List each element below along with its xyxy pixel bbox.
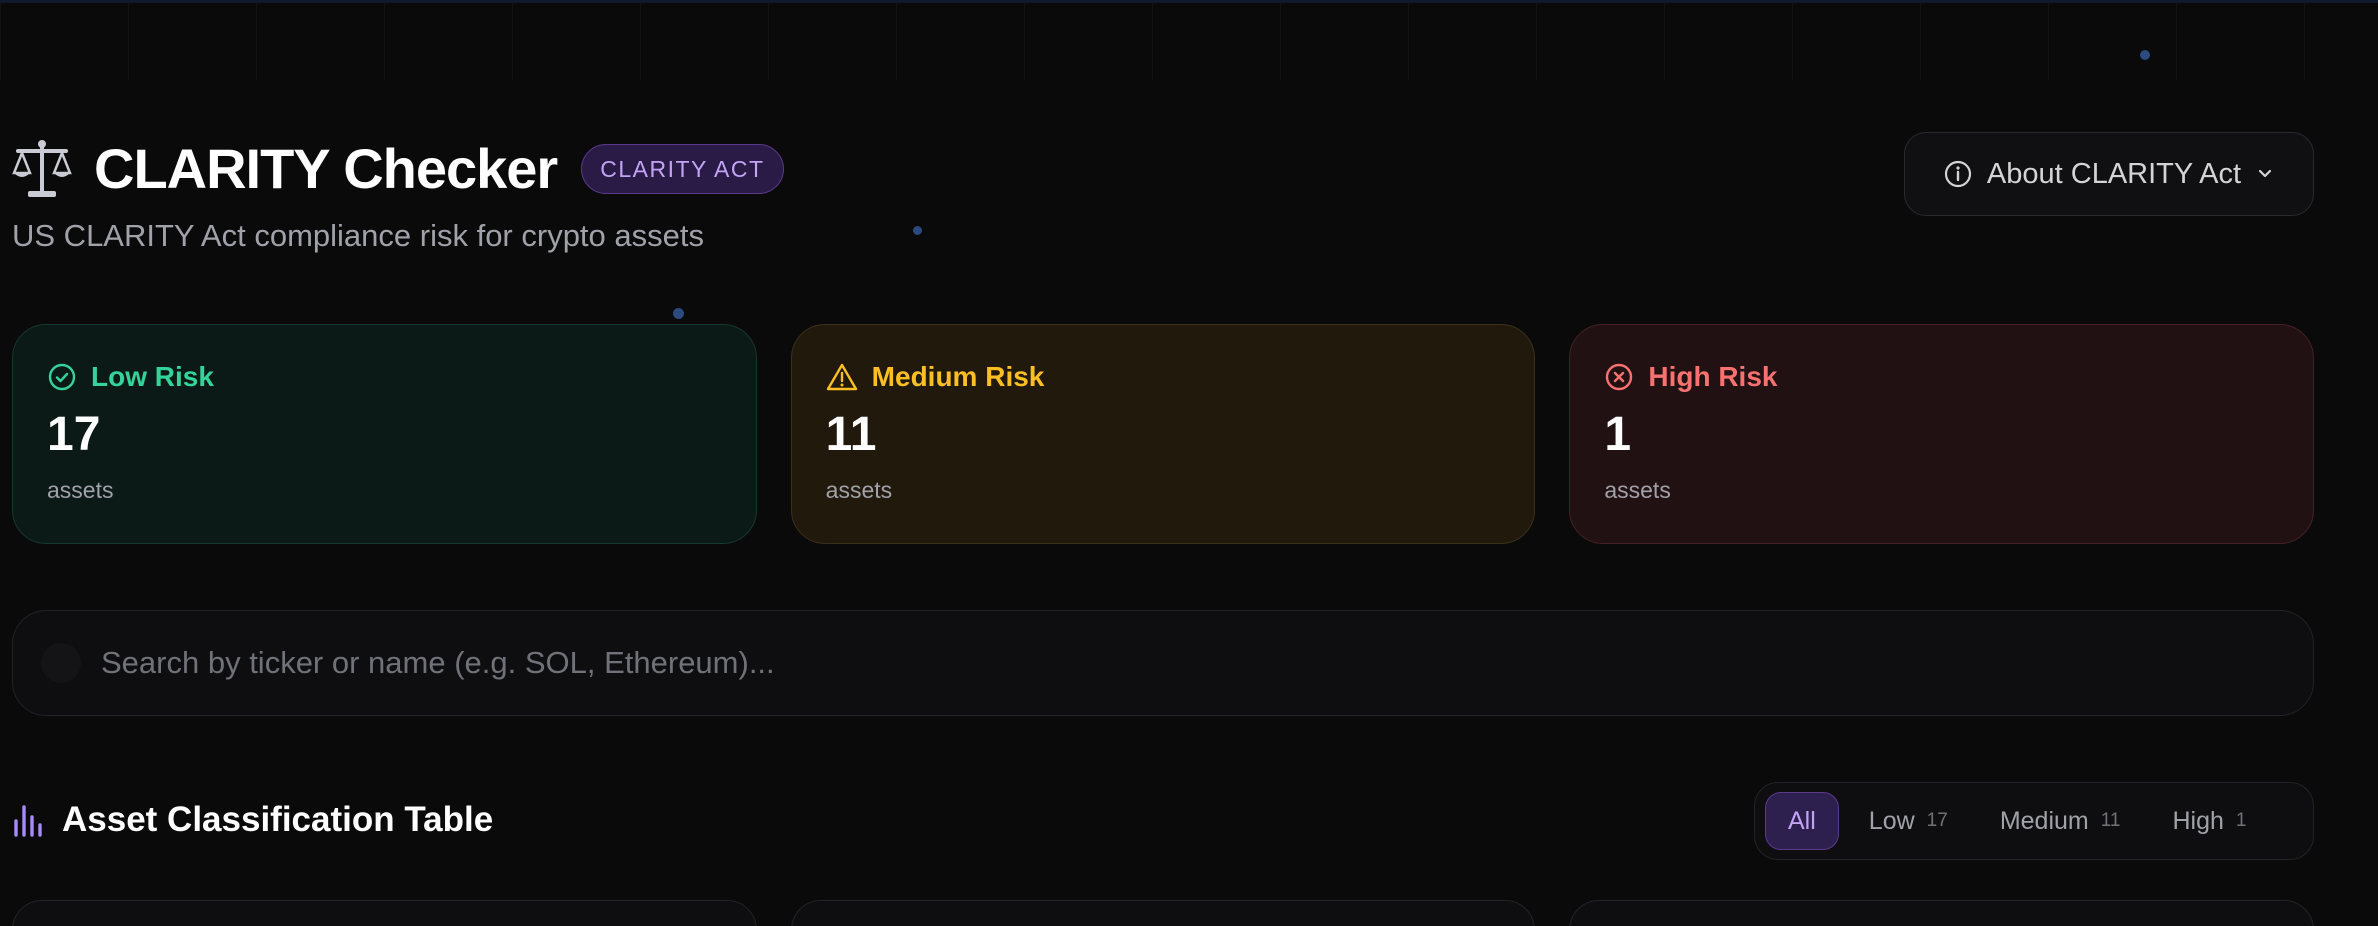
about-clarity-act-button[interactable]: About CLARITY Act (1904, 132, 2314, 216)
medium-risk-card[interactable]: Medium Risk 11 assets (790, 324, 1536, 544)
filter-medium-count: 11 (2100, 810, 2121, 831)
info-icon (1944, 160, 1972, 188)
medium-risk-label: Medium Risk (871, 361, 1045, 392)
filter-high[interactable]: High 1 (2150, 792, 2268, 850)
check-circle-icon (48, 363, 76, 391)
page-subtitle: US CLARITY Act compliance risk for crypt… (12, 218, 704, 253)
bar-chart-icon (14, 805, 42, 837)
medium-risk-unit: assets (825, 477, 893, 503)
asset-card-row (12, 900, 2315, 926)
table-title: Asset Classification Table (62, 800, 494, 839)
filter-medium-label: Medium (1999, 806, 2089, 835)
about-button-label: About CLARITY Act (1986, 157, 2242, 190)
asset-card[interactable] (12, 900, 757, 926)
asset-card[interactable] (1569, 900, 2315, 926)
filter-low-label: Low (1868, 806, 1915, 835)
filter-medium[interactable]: Medium 11 (1978, 792, 2143, 850)
chevron-down-icon (2258, 169, 2272, 178)
high-risk-count: 1 (1604, 408, 1632, 461)
low-risk-count: 17 (47, 408, 101, 461)
asset-card[interactable] (790, 900, 1536, 926)
risk-summary-cards: Low Risk 17 assets Medium Risk 11 assets (12, 324, 2315, 544)
risk-filter-group: All Low 17 Medium 11 High 1 (1754, 782, 2314, 860)
high-risk-label-row: High Risk (1604, 361, 2279, 393)
high-risk-unit: assets (1604, 477, 1671, 503)
medium-risk-label-row: Medium Risk (826, 361, 1501, 393)
search-input[interactable] (101, 645, 2313, 681)
title-row: CLARITY Checker CLARITY ACT (12, 136, 784, 201)
low-risk-unit: assets (47, 477, 114, 503)
filter-low-count: 17 (1926, 810, 1948, 831)
high-risk-label: High Risk (1648, 361, 1778, 392)
filter-high-label: High (2172, 806, 2224, 835)
x-circle-icon (1606, 363, 1633, 391)
filter-high-count: 1 (2235, 810, 2247, 831)
table-title-row: Asset Classification Table (12, 800, 493, 840)
filter-all-label: All (1788, 806, 1816, 835)
high-risk-card[interactable]: High Risk 1 assets (1569, 324, 2315, 544)
search-bar[interactable] (12, 610, 2314, 716)
low-risk-label: Low Risk (91, 361, 214, 392)
page-title: CLARITY Checker (94, 137, 558, 200)
filter-low[interactable]: Low 17 (1847, 792, 1970, 850)
warning-triangle-icon (826, 363, 857, 391)
asset-table-header: Asset Classification Table All Low 17 Me… (12, 780, 2314, 862)
low-risk-label-row: Low Risk (47, 361, 722, 393)
act-badge: CLARITY ACT (581, 143, 784, 194)
search-icon (41, 643, 81, 683)
page: CLARITY Checker CLARITY ACT US CLARITY A… (12, 0, 2315, 926)
scale-icon (12, 139, 72, 197)
medium-risk-count: 11 (825, 408, 877, 461)
low-risk-card[interactable]: Low Risk 17 assets (12, 324, 757, 544)
header: CLARITY Checker CLARITY ACT US CLARITY A… (12, 130, 2314, 260)
filter-all[interactable]: All (1765, 792, 1839, 850)
